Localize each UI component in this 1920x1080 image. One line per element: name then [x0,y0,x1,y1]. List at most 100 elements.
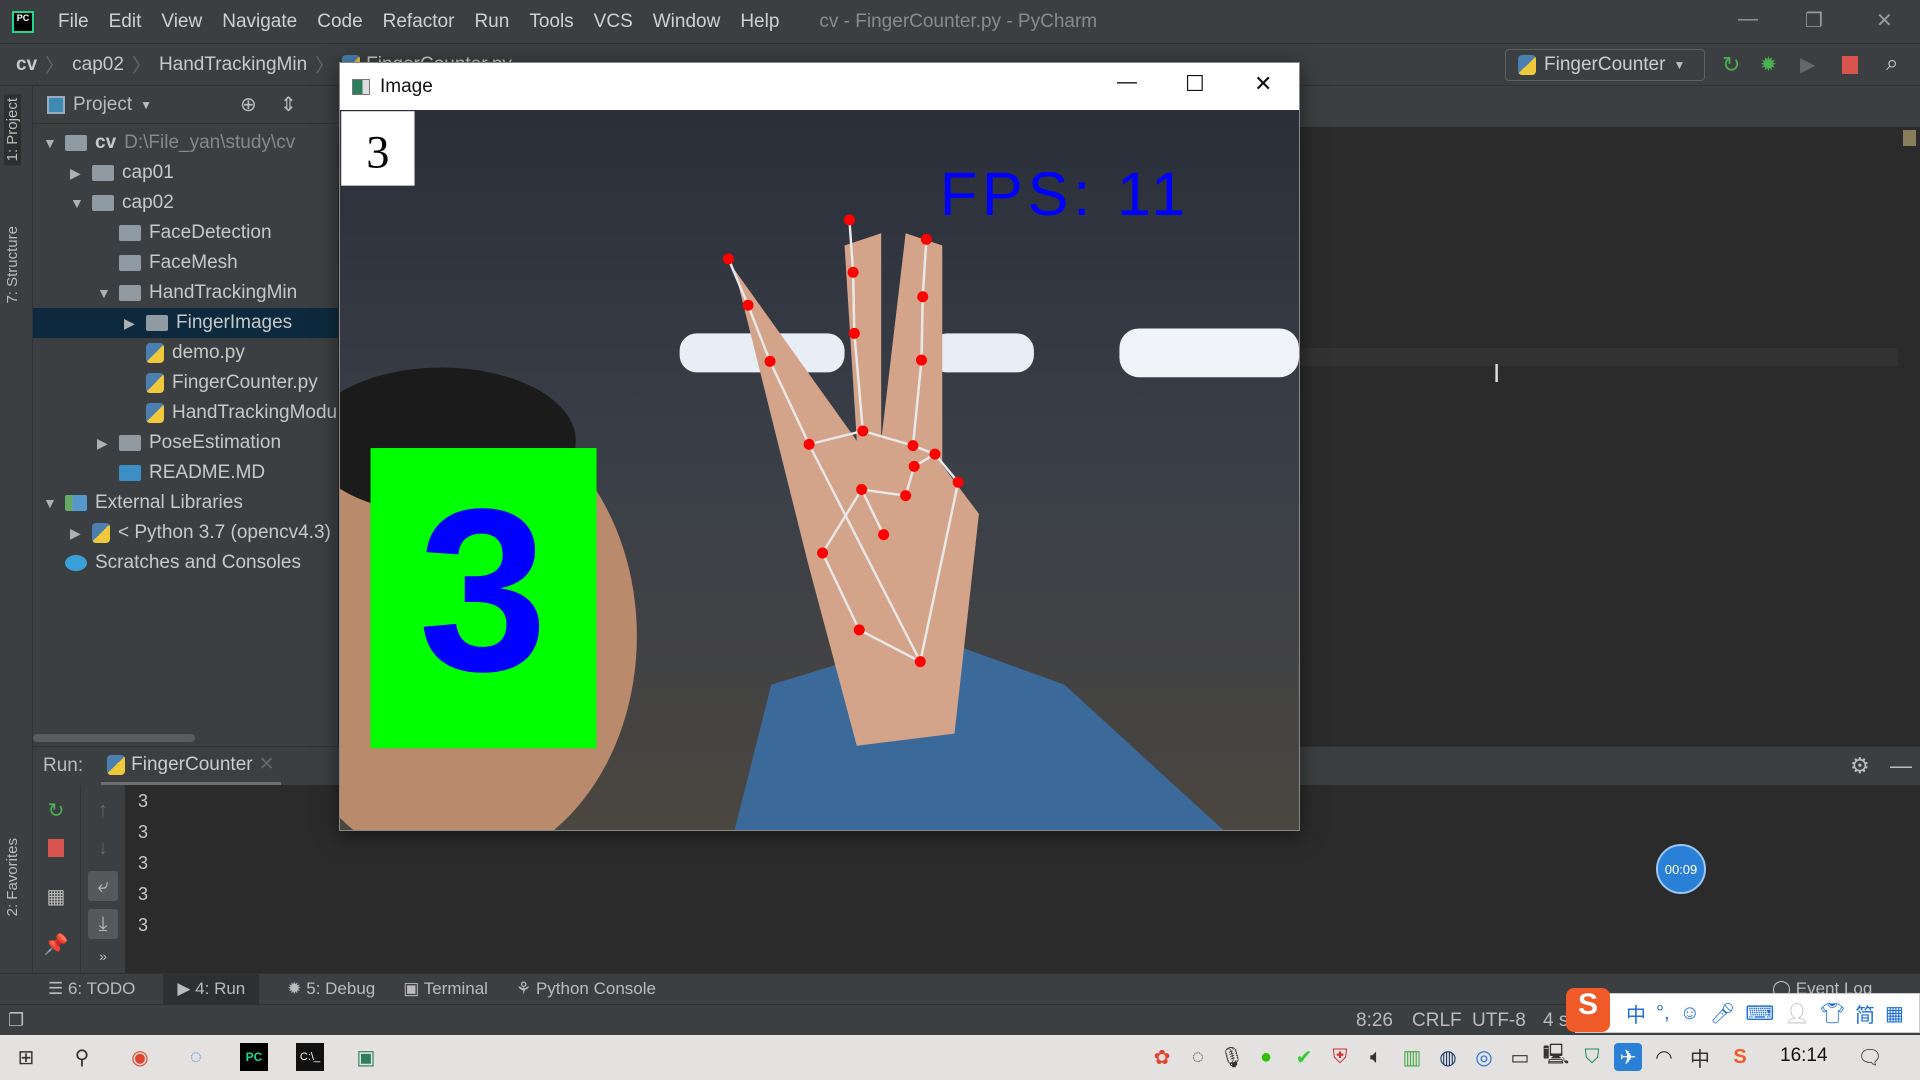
soft-wrap-icon[interactable]: ⤶ [88,871,118,901]
expand-open-icon[interactable]: ▼ [43,495,57,511]
tree-item[interactable]: Scratches and Consoles [33,548,301,578]
ime-simplified-toggle[interactable]: 简 [1855,999,1875,1028]
maximize-button[interactable]: ☐ [1185,71,1205,97]
locate-icon[interactable]: ⊕ [240,92,257,117]
tree-item[interactable]: ▶ PoseEstimation [33,428,281,458]
tree-item[interactable]: ▶ cap01 [33,158,174,188]
chat-app-icon[interactable]: ◌ [182,1043,210,1071]
menu-window[interactable]: Window [643,11,731,33]
expand-open-icon[interactable]: ▼ [97,285,111,301]
tree-item[interactable]: HandTrackingModule.py [33,398,377,428]
network-device-icon[interactable]: 🖳︎ [1542,1043,1570,1071]
tree-item[interactable]: ▶ < Python 3.7 (opencv4.3) [33,518,331,548]
menu-help[interactable]: Help [730,11,789,33]
power-icon[interactable]: ▭ [1506,1043,1534,1071]
minimize-button[interactable]: — [1117,71,1137,94]
menu-navigate[interactable]: Navigate [212,11,307,33]
tab-run[interactable]: ▶ 4: Run [163,974,260,1004]
up-arrow-icon[interactable]: ↑ [88,795,118,825]
search-icon[interactable]: ⌕ [1886,50,1898,76]
tray-app-icon[interactable]: ✿ [1148,1043,1176,1071]
skin-icon[interactable]: 👕︎ [1820,1001,1845,1026]
image-window-titlebar[interactable]: Image — ☐ ✕ [340,63,1299,110]
microphone-tray-icon[interactable]: 🎙︎ [1218,1043,1246,1071]
tab-favorites[interactable]: 2: Favorites [4,838,21,916]
user-icon[interactable]: 👤︎ [1784,1001,1809,1026]
tray-spiral-icon[interactable]: ◎ [1470,1043,1498,1071]
expand-open-icon[interactable]: ▼ [70,195,84,211]
caret-position[interactable]: 8:26 [1356,1010,1393,1032]
tree-item[interactable]: FaceMesh [33,248,238,278]
settings-gear-icon[interactable]: ⚙ [1850,753,1870,779]
menu-view[interactable]: View [151,11,212,33]
emoji-icon[interactable]: ☺ [1680,1002,1700,1025]
wechat-icon[interactable]: ● [1252,1043,1280,1071]
pycharm-taskbar-icon[interactable]: PC [240,1043,268,1071]
expand-closed-icon[interactable]: ▶ [124,315,138,332]
breadcrumb-cap02[interactable]: cap02 [72,54,124,76]
pin-icon[interactable]: 📌 [41,929,71,959]
minimize-button[interactable]: — [1738,8,1758,31]
expand-open-icon[interactable]: ▼ [43,135,57,151]
input-method-icon[interactable]: 中 [1686,1043,1714,1071]
printer-check-icon[interactable]: ✔ [1290,1043,1318,1071]
tab-terminal[interactable]: ▣ Terminal [403,979,488,999]
toolbox-icon[interactable]: ▦ [1885,1001,1904,1026]
close-button[interactable]: ✕ [1876,8,1893,33]
feishu-icon[interactable]: ✈ [1614,1043,1642,1071]
tree-item[interactable]: ▼ cap02 [33,188,174,218]
tab-python-console[interactable]: ⚘ Python Console [516,979,656,999]
close-button[interactable]: ✕ [1254,71,1272,97]
toggle-tool-windows-icon[interactable]: ❐ [8,1010,24,1031]
tab-structure[interactable]: 7: Structure [4,226,21,304]
menu-tools[interactable]: Tools [519,11,583,33]
project-view-selector[interactable]: Project [73,94,132,116]
tab-debug[interactable]: ✹ 5: Debug [287,979,375,999]
recording-timer[interactable]: 00:09 [1656,844,1706,894]
menu-file[interactable]: File [48,11,99,33]
tree-item[interactable]: ▼ HandTrackingMin [33,278,297,308]
chrome-icon[interactable]: ◉ [126,1043,154,1071]
rerun-icon[interactable]: ↻ [41,795,71,825]
keyboard-icon[interactable]: ⌨ [1745,1001,1774,1026]
notification-icon[interactable]: 🗨︎ [1856,1043,1884,1071]
breadcrumb-handtrackingmin[interactable]: HandTrackingMin [159,54,307,76]
tree-item[interactable]: README.MD [33,458,265,488]
hide-panel-icon[interactable]: — [1890,753,1912,779]
tree-item[interactable]: ▶ FingerImages [33,308,338,338]
tree-item[interactable]: FingerCounter.py [33,368,318,398]
sogou-tray-icon[interactable]: S [1726,1043,1754,1071]
menu-edit[interactable]: Edit [99,11,152,33]
tree-item[interactable]: ▼ External Libraries [33,488,243,518]
steam-icon[interactable]: ◍ [1434,1043,1462,1071]
image-window-taskbar-icon[interactable]: ▣ [352,1043,380,1071]
menu-code[interactable]: Code [307,11,372,33]
close-icon[interactable]: ✕ [259,753,275,776]
menu-refactor[interactable]: Refactor [373,11,465,33]
chevron-down-icon[interactable]: ▼ [140,98,152,112]
file-encoding[interactable]: UTF-8 [1472,1010,1526,1032]
volume-icon[interactable]: 🔈︎ [1362,1043,1390,1071]
layout-icon[interactable]: ▦ [41,881,71,911]
clock[interactable]: 16:14 [1780,1045,1828,1067]
tray-sync-icon[interactable]: ◌ [1184,1043,1212,1071]
collapse-all-icon[interactable]: ⇕ [280,92,297,117]
wifi-icon[interactable]: ◠ [1650,1043,1678,1071]
more-icon[interactable]: » [88,941,118,971]
expand-closed-icon[interactable]: ▶ [70,525,84,542]
menu-run[interactable]: Run [464,11,519,33]
line-separator[interactable]: CRLF [1412,1010,1462,1032]
coverage-icon[interactable]: ▶ [1800,52,1815,77]
run-config-dropdown[interactable]: FingerCounter ▼ [1505,49,1705,81]
restore-button[interactable]: ❐ [1805,8,1823,33]
shield-lock-icon[interactable]: ⛉ [1578,1043,1606,1071]
run-tab-fingercounter[interactable]: FingerCounter ✕ [101,747,281,785]
tree-item[interactable]: FaceDetection [33,218,272,248]
menu-vcs[interactable]: VCS [584,11,643,33]
windows-start-icon[interactable]: ⊞ [12,1043,40,1071]
security-shield-icon[interactable]: ⛨ [1326,1043,1354,1071]
tray-grid-icon[interactable]: ▥ [1398,1043,1426,1071]
tree-item[interactable]: ▼ cv D:\File_yan\study\cv [33,128,295,158]
horizontal-scrollbar[interactable] [33,734,195,742]
stop-icon[interactable] [41,833,71,863]
